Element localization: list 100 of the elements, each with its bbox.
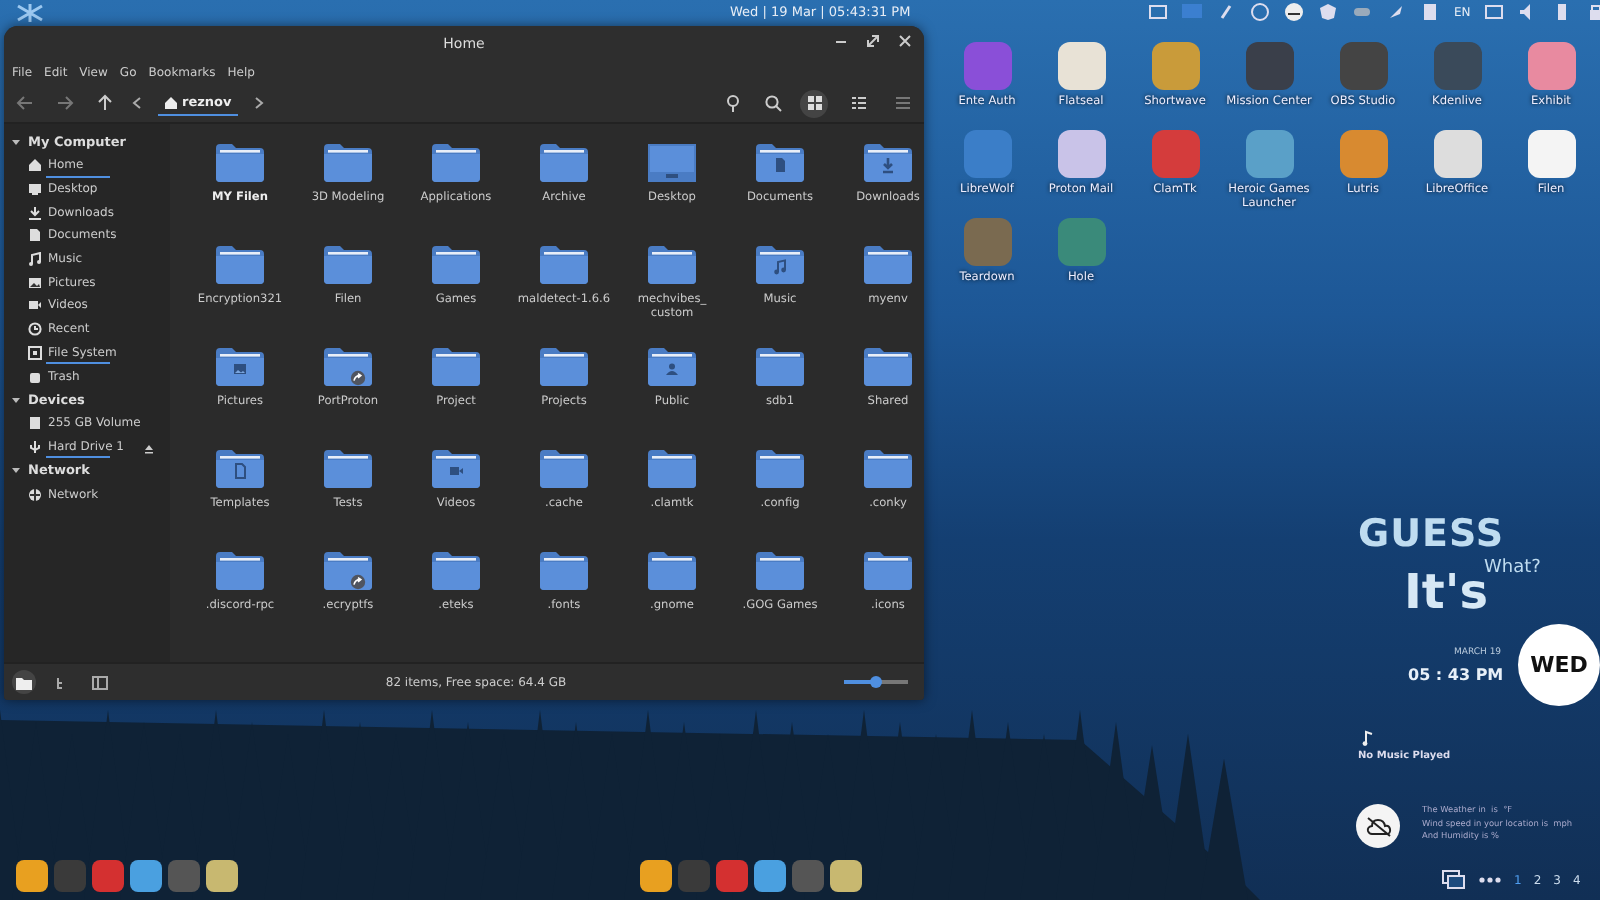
list-view-icon <box>849 94 867 112</box>
downloads-icon <box>28 205 42 220</box>
forward-arrow-icon[interactable] <box>55 94 73 112</box>
app-icon <box>1245 130 1293 178</box>
folder-icon <box>648 142 696 182</box>
chevron-left-icon[interactable] <box>132 96 142 110</box>
folder-icon <box>756 550 804 590</box>
folder-icon <box>540 448 588 488</box>
app-icon <box>1339 42 1387 90</box>
folder-icon <box>324 448 372 488</box>
folder-icon <box>864 550 912 590</box>
folder-icon <box>432 448 480 488</box>
folder-link-icon <box>324 346 372 386</box>
slider-thumb[interactable] <box>870 676 882 688</box>
usb-icon <box>28 439 42 454</box>
folder-icon <box>756 448 804 488</box>
recent-icon <box>28 322 42 337</box>
dock-app-icon[interactable] <box>206 860 238 892</box>
folder-icon <box>432 550 480 590</box>
back-arrow-icon[interactable] <box>15 94 33 112</box>
logo-icon[interactable] <box>14 2 46 24</box>
eject-icon[interactable] <box>144 443 154 454</box>
maximize-icon[interactable] <box>866 34 880 48</box>
music-icon <box>28 252 42 267</box>
folder-icon <box>540 244 588 284</box>
chevron-right-icon[interactable] <box>253 96 264 110</box>
sidebar-toggle-icon[interactable] <box>92 675 108 689</box>
music-note-icon <box>1362 730 1374 746</box>
expand-arrow-icon[interactable] <box>10 393 22 406</box>
folder-icon <box>432 142 480 182</box>
search-icon[interactable] <box>763 94 781 112</box>
folder-icon <box>540 346 588 386</box>
dock-app-icon[interactable] <box>130 860 162 892</box>
view-mode-button[interactable] <box>800 89 828 117</box>
shield-icon[interactable] <box>1318 2 1338 22</box>
app-icon <box>1057 218 1105 266</box>
location-pin-icon[interactable] <box>723 94 741 112</box>
app-icon <box>1527 42 1575 90</box>
home-icon <box>164 95 178 109</box>
window-icon[interactable] <box>1148 2 1168 22</box>
app-icon <box>1339 130 1387 178</box>
dock-app-icon[interactable] <box>640 860 672 892</box>
app-icon <box>963 130 1011 178</box>
folder-icon <box>864 346 912 386</box>
pictures-icon <box>28 275 42 290</box>
folder-icon <box>648 244 696 284</box>
day-text: WED <box>1530 652 1588 678</box>
app-icon <box>963 218 1011 266</box>
app-icon <box>1527 130 1575 178</box>
headline-text: GUESS <box>1358 512 1505 556</box>
time-text: 05 : 43 PM <box>1408 666 1504 684</box>
dock-app-icon[interactable] <box>830 860 862 892</box>
folder-icon <box>216 550 264 590</box>
videos-icon <box>28 298 42 313</box>
folder-icon <box>540 550 588 590</box>
folder-icon <box>864 142 912 182</box>
desktop-icon <box>28 182 42 197</box>
network-icon <box>28 487 42 502</box>
dock-app-icon[interactable] <box>16 860 48 892</box>
close-icon[interactable] <box>898 34 912 48</box>
dock-app-icon[interactable] <box>754 860 786 892</box>
folder-icon <box>648 448 696 488</box>
folder-icon <box>324 244 372 284</box>
folder-icon <box>648 346 696 386</box>
expand-arrow-icon[interactable] <box>10 464 22 477</box>
cloud-off-icon <box>1365 815 1391 837</box>
app-icon <box>1245 42 1293 90</box>
folder-icon <box>540 142 588 182</box>
up-arrow-icon[interactable] <box>95 94 113 112</box>
screen-icon[interactable] <box>1484 2 1505 22</box>
folder-icon <box>432 346 480 386</box>
folder-icon <box>756 244 804 284</box>
folder-icon <box>864 448 912 488</box>
folder-icon <box>216 346 264 386</box>
places-folder-icon[interactable] <box>16 675 32 689</box>
app-icon <box>1057 42 1105 90</box>
folder-icon <box>216 142 264 182</box>
filesystem-icon <box>28 345 42 360</box>
aside-text: What? <box>1484 558 1541 578</box>
folder-icon <box>324 142 372 182</box>
app-icon <box>1433 130 1481 178</box>
app-icon <box>1151 130 1199 178</box>
grid-view-icon <box>805 94 823 112</box>
folder-icon <box>216 244 264 284</box>
app-icon <box>963 42 1011 90</box>
app-icon <box>1151 42 1199 90</box>
documents-icon <box>28 228 42 243</box>
folder-icon <box>864 244 912 284</box>
expand-arrow-icon[interactable] <box>10 136 22 148</box>
app-icon <box>1433 42 1481 90</box>
folder-icon <box>216 448 264 488</box>
folder-icon <box>432 244 480 284</box>
compact-view-icon <box>893 94 911 112</box>
app-icon <box>1057 130 1105 178</box>
folder-link-icon <box>324 550 372 590</box>
folder-icon <box>756 142 804 182</box>
folder-icon <box>648 550 696 590</box>
home-icon <box>28 158 42 173</box>
windows-icon[interactable] <box>1442 870 1466 890</box>
more-icon[interactable] <box>1478 876 1502 884</box>
